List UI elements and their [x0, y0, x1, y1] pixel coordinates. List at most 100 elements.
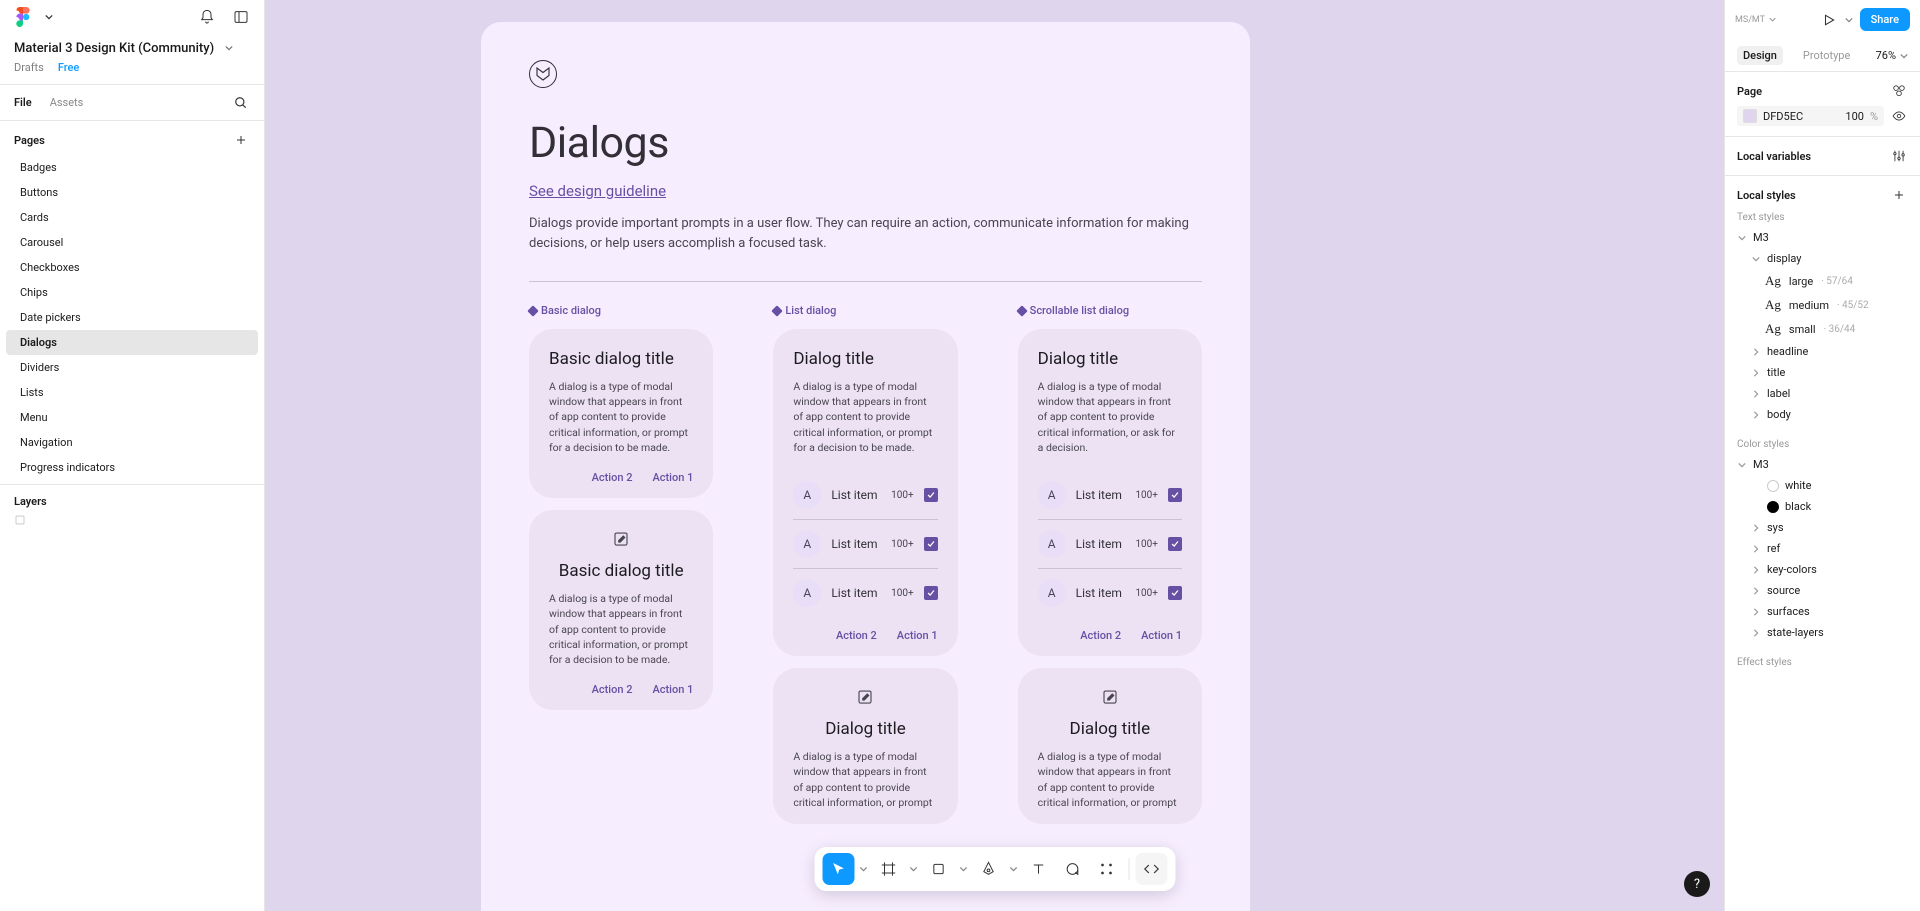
- pen-tool-button[interactable]: [972, 853, 1004, 885]
- layer-row-empty[interactable]: [14, 508, 250, 535]
- text-style-group[interactable]: headline: [1737, 341, 1908, 362]
- figma-logo[interactable]: [14, 8, 32, 26]
- tree-display[interactable]: display: [1737, 248, 1908, 269]
- color-style-item[interactable]: black: [1737, 496, 1908, 517]
- panel-toggle-icon[interactable]: [232, 8, 250, 26]
- page-item[interactable]: Dialogs: [6, 330, 258, 355]
- action-2-button[interactable]: Action 2: [836, 629, 877, 642]
- artboard-dialogs[interactable]: Dialogs See design guideline Dialogs pro…: [481, 22, 1250, 911]
- action-1-button[interactable]: Action 1: [652, 471, 693, 484]
- tab-prototype[interactable]: Prototype: [1797, 46, 1856, 65]
- page-item[interactable]: Menu: [6, 405, 258, 430]
- move-tool-button[interactable]: [822, 853, 854, 885]
- shape-tool-chevron-icon[interactable]: [956, 865, 970, 873]
- page-item[interactable]: Dividers: [6, 355, 258, 380]
- text-style-group[interactable]: label: [1737, 383, 1908, 404]
- comment-tool-button[interactable]: [1056, 853, 1088, 885]
- checkbox-icon[interactable]: [924, 586, 938, 600]
- project-short-dropdown[interactable]: MS/MT: [1735, 15, 1776, 25]
- page-item[interactable]: Cards: [6, 205, 258, 230]
- text-style-group[interactable]: body: [1737, 404, 1908, 425]
- page-item[interactable]: Carousel: [6, 230, 258, 255]
- dialog-basic-2[interactable]: Basic dialog title A dialog is a type of…: [529, 510, 713, 710]
- color-style-item[interactable]: white: [1737, 475, 1908, 496]
- page-color-field[interactable]: DFD5EC 100 %: [1737, 106, 1884, 126]
- dialog-scroll-2[interactable]: Dialog title A dialog is a type of modal…: [1018, 668, 1202, 824]
- list-item[interactable]: AList item100+: [1038, 471, 1182, 520]
- visibility-icon[interactable]: [1890, 107, 1908, 125]
- zoom-dropdown[interactable]: 76%: [1876, 49, 1908, 62]
- checkbox-icon[interactable]: [1168, 488, 1182, 502]
- color-style-group[interactable]: key-colors: [1737, 559, 1908, 580]
- checkbox-icon[interactable]: [1168, 586, 1182, 600]
- page-item[interactable]: Buttons: [6, 180, 258, 205]
- add-page-icon[interactable]: [232, 131, 250, 149]
- page-item[interactable]: Lists: [6, 380, 258, 405]
- present-icon[interactable]: [1820, 11, 1838, 29]
- text-tool-button[interactable]: [1022, 853, 1054, 885]
- bell-icon[interactable]: [198, 8, 216, 26]
- page-item[interactable]: Chips: [6, 280, 258, 305]
- right-scroll[interactable]: Page DFD5EC 100 % Local variables Local …: [1725, 72, 1920, 911]
- checkbox-icon[interactable]: [1168, 537, 1182, 551]
- chevron-down-icon[interactable]: [40, 8, 58, 26]
- col-label-scroll[interactable]: Scrollable list dialog: [1018, 304, 1202, 317]
- frame-tool-button[interactable]: [872, 853, 904, 885]
- action-2-button[interactable]: Action 2: [592, 471, 633, 484]
- text-style-item[interactable]: Aglarge · 57/64: [1737, 269, 1908, 293]
- list-item[interactable]: AList item100+: [1038, 569, 1182, 617]
- dialog-scroll-1[interactable]: Dialog title A dialog is a type of modal…: [1018, 329, 1202, 656]
- col-label-basic[interactable]: Basic dialog: [529, 304, 713, 317]
- guideline-link[interactable]: See design guideline: [529, 182, 666, 200]
- frame-tool-chevron-icon[interactable]: [906, 865, 920, 873]
- page-item[interactable]: Navigation: [6, 430, 258, 455]
- color-style-group[interactable]: source: [1737, 580, 1908, 601]
- text-style-item[interactable]: Agmedium · 45/52: [1737, 293, 1908, 317]
- present-chevron-icon[interactable]: [1844, 11, 1854, 29]
- checkbox-icon[interactable]: [924, 537, 938, 551]
- tab-design[interactable]: Design: [1737, 46, 1783, 65]
- color-style-group[interactable]: ref: [1737, 538, 1908, 559]
- page-item[interactable]: Date pickers: [6, 305, 258, 330]
- project-chevron-icon[interactable]: [220, 39, 238, 57]
- move-tool-chevron-icon[interactable]: [856, 865, 870, 873]
- tab-file[interactable]: File: [14, 93, 32, 112]
- tree-m3-color[interactable]: M3: [1737, 454, 1908, 475]
- tree-m3[interactable]: M3: [1737, 227, 1908, 248]
- checkbox-icon[interactable]: [924, 488, 938, 502]
- list-item[interactable]: AList item100+: [1038, 520, 1182, 569]
- page-item[interactable]: Progress indicators: [6, 455, 258, 480]
- list-item[interactable]: AList item100+: [793, 471, 937, 520]
- list-item[interactable]: AList item100+: [793, 569, 937, 617]
- action-1-button[interactable]: Action 1: [652, 683, 693, 696]
- dev-mode-button[interactable]: [1135, 853, 1167, 885]
- col-label-list[interactable]: List dialog: [773, 304, 957, 317]
- pen-tool-chevron-icon[interactable]: [1006, 865, 1020, 873]
- page-list[interactable]: BadgesButtonsCardsCarouselCheckboxesChip…: [0, 155, 264, 484]
- color-style-group[interactable]: surfaces: [1737, 601, 1908, 622]
- tab-assets[interactable]: Assets: [50, 93, 84, 112]
- plan-label[interactable]: Free: [58, 61, 80, 74]
- action-2-button[interactable]: Action 2: [1080, 629, 1121, 642]
- shape-tool-button[interactable]: [922, 853, 954, 885]
- sliders-icon[interactable]: [1890, 147, 1908, 165]
- drafts-label[interactable]: Drafts: [14, 61, 44, 74]
- action-1-button[interactable]: Action 1: [1141, 629, 1182, 642]
- share-button[interactable]: Share: [1860, 8, 1910, 31]
- color-style-group[interactable]: state-layers: [1737, 622, 1908, 643]
- action-1-button[interactable]: Action 1: [897, 629, 938, 642]
- dialog-list-2[interactable]: Dialog title A dialog is a type of modal…: [773, 668, 957, 824]
- styles-icon[interactable]: [1890, 82, 1908, 100]
- dialog-list-1[interactable]: Dialog title A dialog is a type of modal…: [773, 329, 957, 656]
- dialog-basic-1[interactable]: Basic dialog title A dialog is a type of…: [529, 329, 713, 498]
- list-item[interactable]: AList item100+: [793, 520, 937, 569]
- add-style-icon[interactable]: [1890, 186, 1908, 204]
- color-style-group[interactable]: sys: [1737, 517, 1908, 538]
- page-item[interactable]: Badges: [6, 155, 258, 180]
- search-icon[interactable]: [232, 94, 250, 112]
- text-style-item[interactable]: Agsmall · 36/44: [1737, 317, 1908, 341]
- actions-tool-button[interactable]: [1090, 853, 1122, 885]
- help-button[interactable]: ?: [1684, 871, 1710, 897]
- page-item[interactable]: Checkboxes: [6, 255, 258, 280]
- action-2-button[interactable]: Action 2: [592, 683, 633, 696]
